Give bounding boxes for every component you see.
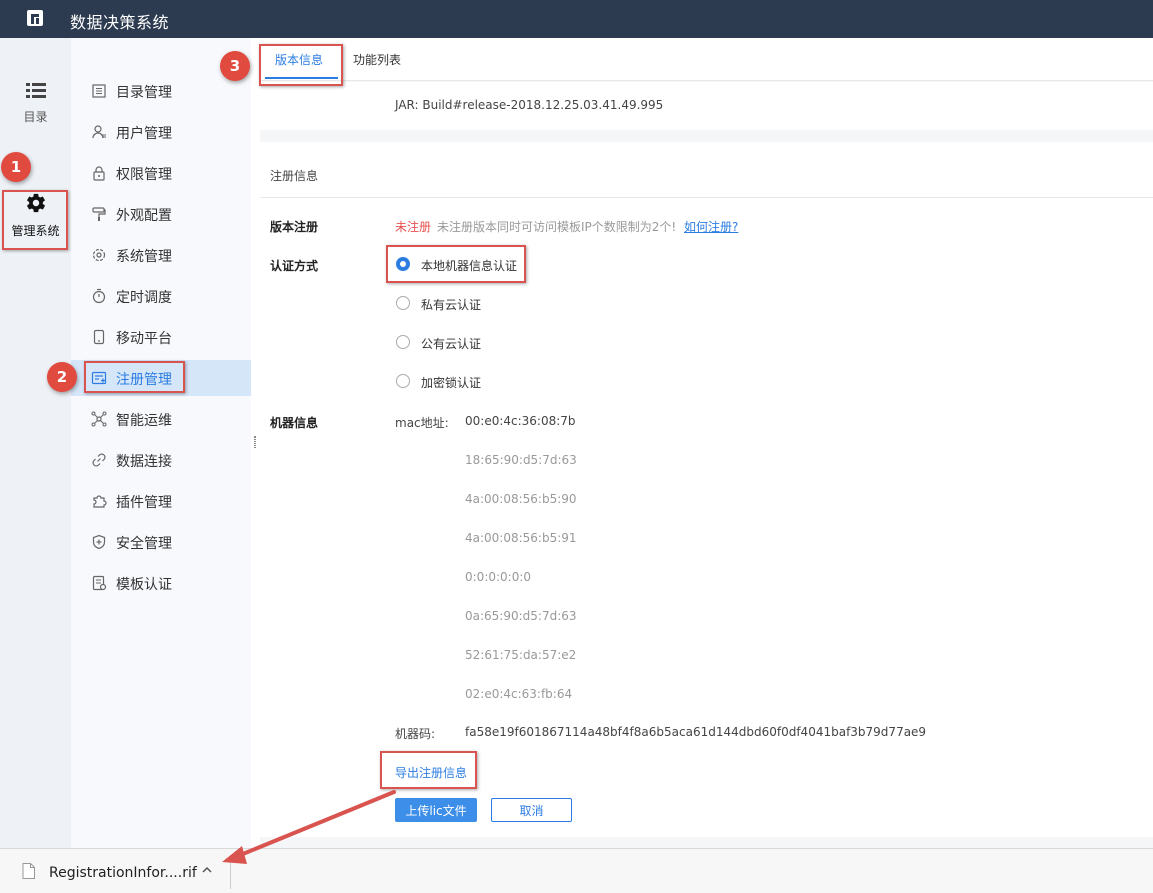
cancel-button[interactable]: 取消 <box>491 798 572 822</box>
menu-item-label: 定时调度 <box>116 290 172 306</box>
mac-address-label: mac地址: <box>395 416 449 430</box>
registration-icon <box>91 371 107 385</box>
menu-item-plugins[interactable]: 插件管理 <box>71 483 251 519</box>
downloaded-filename[interactable]: RegistrationInfor....rif <box>49 865 197 881</box>
menu-item-ops[interactable]: 智能运维 <box>71 401 251 437</box>
menu-item-data-connection[interactable]: 数据连接 <box>71 442 251 478</box>
download-bar: RegistrationInfor....rif <box>0 848 1153 893</box>
mac-address: 18:65:90:d5:7d:63 <box>465 453 577 467</box>
auth-option-label: 本地机器信息认证 <box>421 259 518 273</box>
tab-version-info[interactable]: 版本信息 <box>275 51 323 68</box>
menu-item-registration[interactable]: 注册管理 <box>71 360 251 396</box>
mac-address: 4a:00:08:56:b5:91 <box>465 531 577 545</box>
tab-bar: 版本信息 功能列表 <box>260 38 1153 81</box>
tab-feature-list[interactable]: 功能列表 <box>353 51 401 68</box>
user-icon <box>92 125 106 139</box>
registration-status-note: 未注册版本同时可访问模板IP个数限制为2个! <box>437 220 677 234</box>
active-tab-indicator <box>265 77 338 79</box>
menu-item-label: 权限管理 <box>116 167 172 183</box>
iconbar-item-catalog[interactable]: 目录 <box>0 82 71 125</box>
gear-icon <box>26 193 45 213</box>
export-registration-link[interactable]: 导出注册信息 <box>395 764 467 781</box>
menu-item-label: 用户管理 <box>116 126 172 142</box>
section-divider <box>260 197 1153 198</box>
machine-info-label: 机器信息 <box>270 416 319 430</box>
radio-unchecked-icon <box>396 296 410 310</box>
iconbar-item-management[interactable]: 管理系统 <box>0 192 71 239</box>
auth-option-label: 公有云认证 <box>421 337 482 351</box>
menu-item-label: 智能运维 <box>116 413 172 429</box>
radio-unchecked-icon <box>396 374 410 388</box>
panel-resize-handle[interactable] <box>254 436 256 448</box>
mac-address: 4a:00:08:56:b5:90 <box>465 492 577 506</box>
puzzle-icon <box>93 495 107 508</box>
menu-item-users[interactable]: 用户管理 <box>71 114 251 150</box>
auth-option-label: 私有云认证 <box>421 298 482 312</box>
menu-item-label: 插件管理 <box>116 495 172 511</box>
chevron-up-icon[interactable] <box>201 865 213 875</box>
list-icon <box>25 83 46 98</box>
menu-item-appearance[interactable]: 外观配置 <box>71 196 251 232</box>
menu-item-security[interactable]: 安全管理 <box>71 524 251 560</box>
auth-method-label: 认证方式 <box>270 259 319 273</box>
paint-roller-icon <box>92 207 106 221</box>
machine-code-value: fa58e19f601867114a48bf4f8a6b5aca61d144db… <box>465 725 927 739</box>
mac-address: 0a:65:90:d5:7d:63 <box>465 609 577 623</box>
version-panel: JAR: Build#release-2018.12.25.03.41.49.9… <box>260 82 1153 130</box>
jar-build-info: JAR: Build#release-2018.12.25.03.41.49.9… <box>395 98 664 112</box>
menu-item-catalog[interactable]: 目录管理 <box>71 73 251 109</box>
menu-item-schedule[interactable]: 定时调度 <box>71 278 251 314</box>
file-icon[interactable] <box>22 863 35 879</box>
mac-address: 00:e0:4c:36:08:7b <box>465 414 576 428</box>
step-badge-2: 2 <box>47 362 77 392</box>
version-registration-label: 版本注册 <box>270 220 319 234</box>
menu-item-mobile[interactable]: 移动平台 <box>71 319 251 355</box>
how-to-register-link[interactable]: 如何注册? <box>684 218 738 235</box>
menu-item-label: 目录管理 <box>116 85 172 101</box>
menu-item-label: 系统管理 <box>116 249 172 265</box>
menu-item-label: 外观配置 <box>116 208 172 224</box>
menu-item-template-auth[interactable]: 模板认证 <box>71 565 251 601</box>
radio-unchecked-icon <box>396 335 410 349</box>
mac-address: 52:61:75:da:57:e2 <box>465 648 577 662</box>
app-logo-icon <box>27 10 43 26</box>
menu-item-label: 移动平台 <box>116 331 172 347</box>
upload-lic-button[interactable]: 上传lic文件 <box>395 798 477 822</box>
template-icon <box>92 575 107 591</box>
admin-menu: 目录管理 用户管理 权限管理 外观配置 系统管理 定时调度 移动平台 注册管理 … <box>71 38 251 848</box>
menu-item-label: 模板认证 <box>116 577 172 593</box>
settings-icon <box>92 248 106 262</box>
app-title: 数据决策系统 <box>70 13 170 32</box>
main-content: 版本信息 功能列表 JAR: Build#release-2018.12.25.… <box>260 38 1153 848</box>
mac-address: 02:e0:4c:63:fb:64 <box>465 687 573 701</box>
menu-item-permissions[interactable]: 权限管理 <box>71 155 251 191</box>
top-bar: 数据决策系统 <box>0 0 1153 38</box>
network-icon <box>91 411 107 427</box>
shield-icon <box>92 534 106 550</box>
menu-item-system[interactable]: 系统管理 <box>71 237 251 273</box>
step-badge-3: 3 <box>220 51 250 81</box>
registration-status: 未注册 <box>395 220 432 234</box>
iconbar-item-label: 管理系统 <box>11 224 60 238</box>
machine-code-label: 机器码: <box>395 727 436 741</box>
menu-item-label: 注册管理 <box>116 372 172 388</box>
menu-item-label: 安全管理 <box>116 536 172 552</box>
menu-item-label: 数据连接 <box>116 454 172 470</box>
auth-option-label: 加密锁认证 <box>421 376 482 390</box>
registration-section-title: 注册信息 <box>270 169 319 183</box>
download-divider <box>230 855 231 889</box>
timer-icon <box>92 288 106 304</box>
iconbar-item-label: 目录 <box>23 110 48 124</box>
step-badge-1: 1 <box>1 152 31 182</box>
radio-checked-icon <box>396 257 410 271</box>
catalog-icon <box>92 84 106 98</box>
mobile-icon <box>93 329 105 345</box>
link-icon <box>92 453 106 467</box>
mac-address: 0:0:0:0:0:0 <box>465 570 532 584</box>
lock-icon <box>93 166 105 181</box>
